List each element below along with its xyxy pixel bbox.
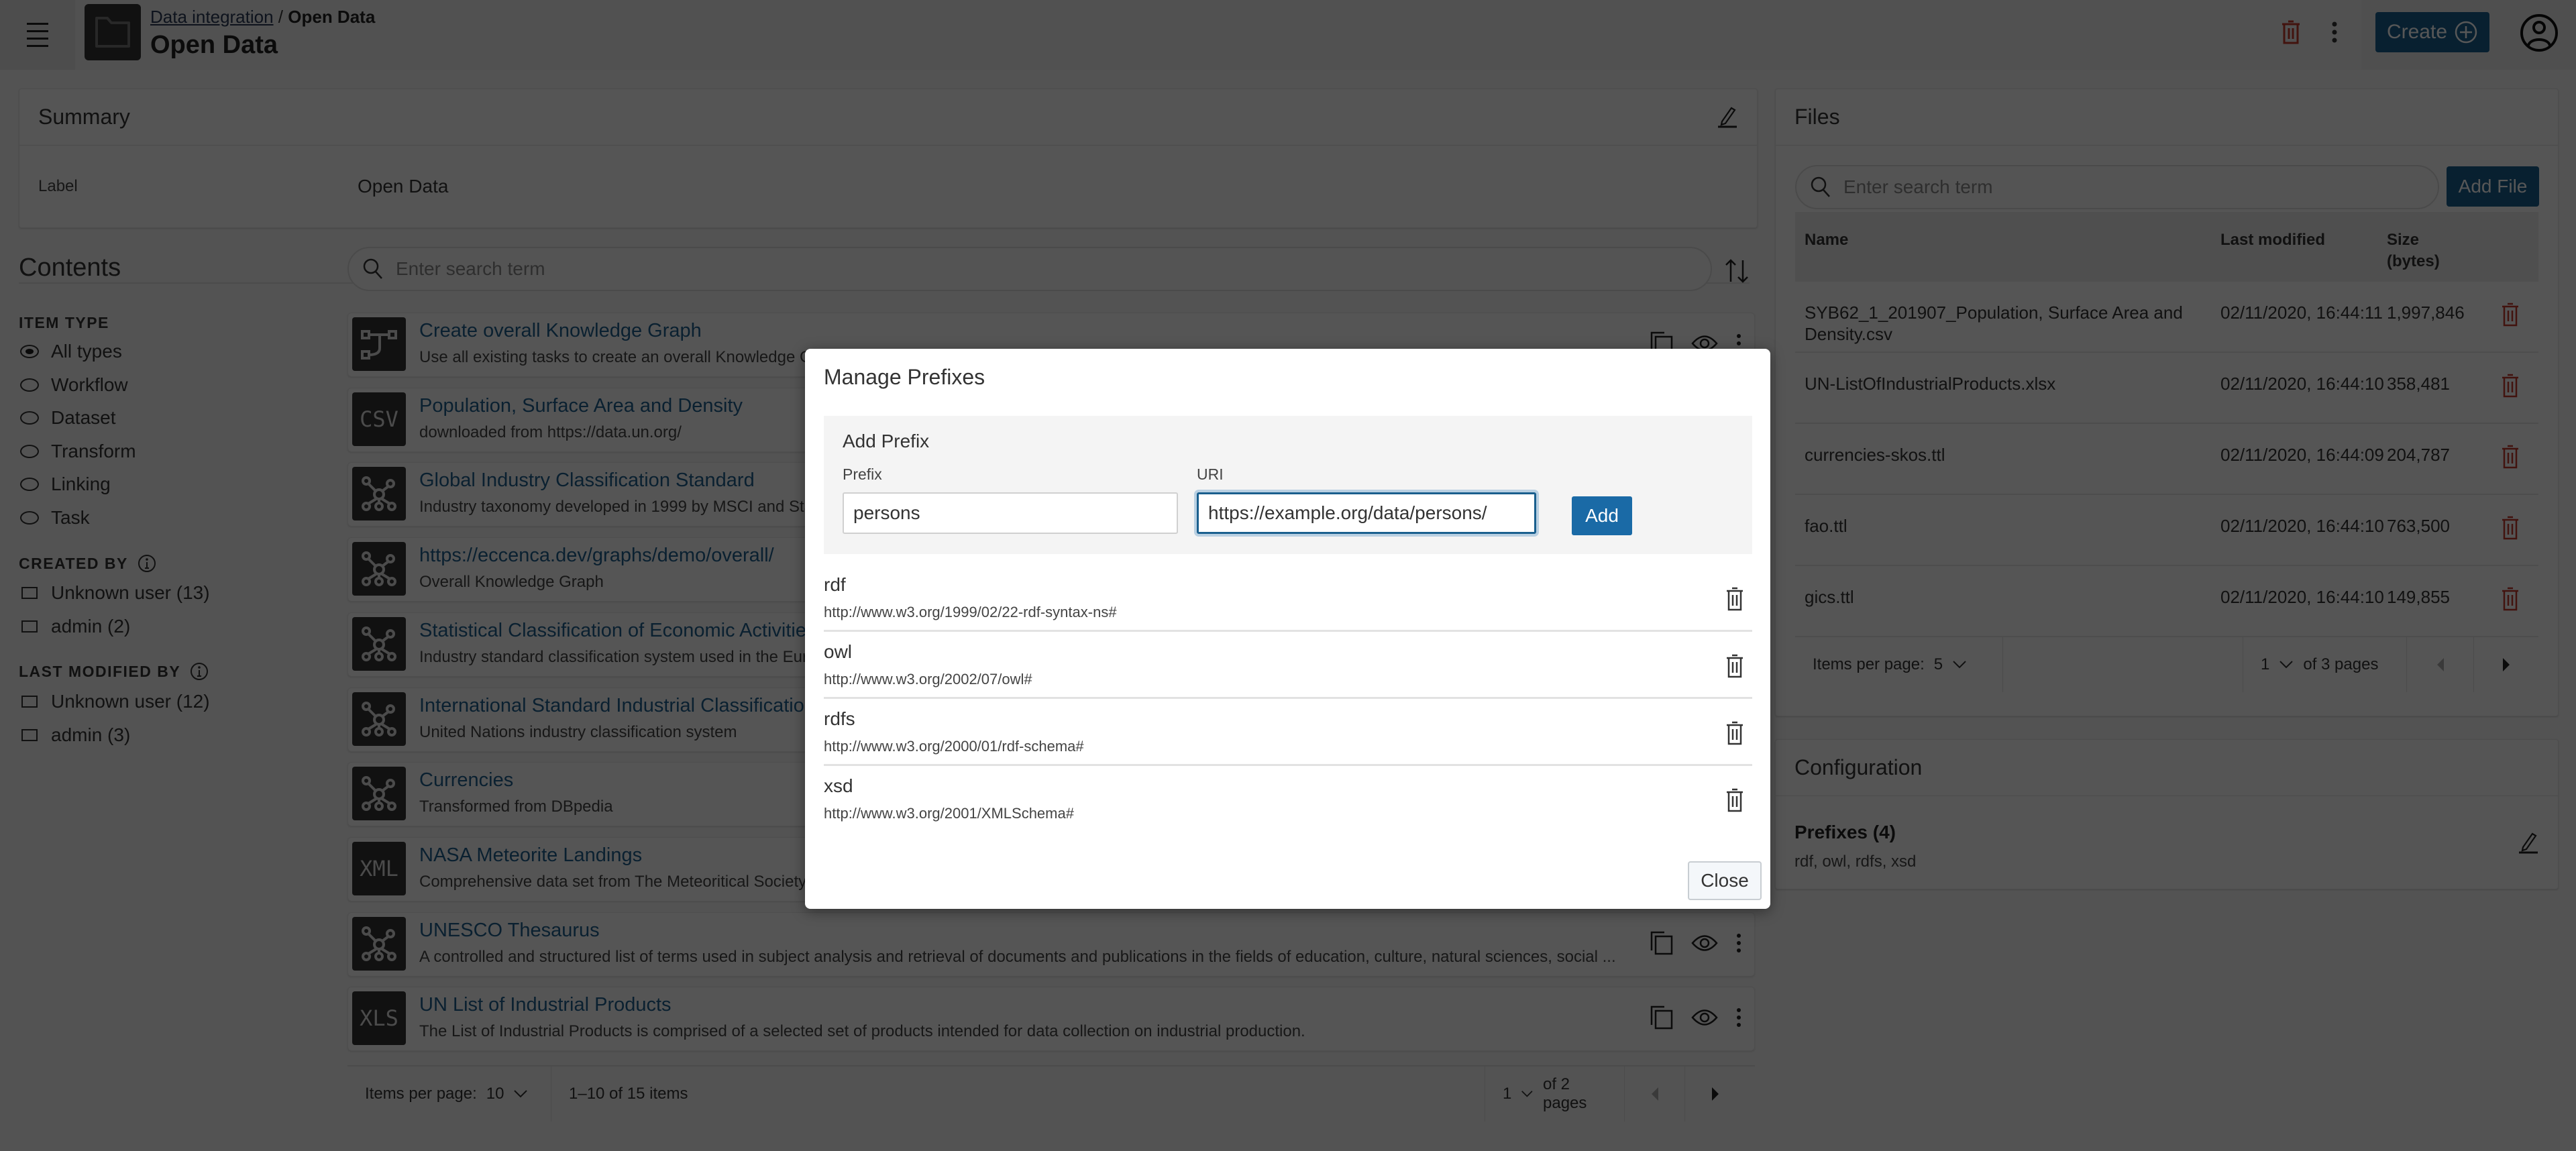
add-prefix-panel: Add Prefix Prefix URI Add [824,416,1752,554]
prefix-row: rdfs http://www.w3.org/2000/01/rdf-schema… [824,699,1752,766]
trash-icon [1727,788,1743,812]
manage-prefixes-dialog: Manage Prefixes Add Prefix Prefix URI Ad… [805,349,1770,909]
delete-prefix-button[interactable] [1725,720,1744,749]
trash-icon [1727,654,1743,678]
prefix-uri: http://www.w3.org/2000/01/rdf-schema# [824,738,1084,755]
prefix-uri: http://www.w3.org/2002/07/owl# [824,671,1032,688]
delete-prefix-button[interactable] [1725,586,1744,615]
prefix-row: owl http://www.w3.org/2002/07/owl# [824,632,1752,699]
dialog-title: Manage Prefixes [824,365,985,389]
trash-icon [1727,721,1743,745]
trash-icon [1727,587,1743,611]
uri-field-label: URI [1197,465,1224,483]
uri-input[interactable] [1197,492,1536,534]
prefix-name: owl [824,641,853,662]
prefix-name: rdf [824,574,846,595]
add-prefix-title: Add Prefix [843,431,930,451]
delete-prefix-button[interactable] [1725,787,1744,816]
add-prefix-button[interactable]: Add [1572,496,1632,535]
prefix-uri: http://www.w3.org/2001/XMLSchema# [824,805,1074,822]
close-dialog-button[interactable]: Close [1688,861,1762,900]
prefix-field-label: Prefix [843,465,882,483]
prefix-uri: http://www.w3.org/1999/02/22-rdf-syntax-… [824,604,1117,620]
prefix-input[interactable] [843,492,1178,534]
prefix-name: rdfs [824,708,855,729]
prefix-row: rdf http://www.w3.org/1999/02/22-rdf-synt… [824,565,1752,632]
prefix-row: xsd http://www.w3.org/2001/XMLSchema# [824,766,1752,833]
prefix-name: xsd [824,775,853,796]
delete-prefix-button[interactable] [1725,653,1744,682]
